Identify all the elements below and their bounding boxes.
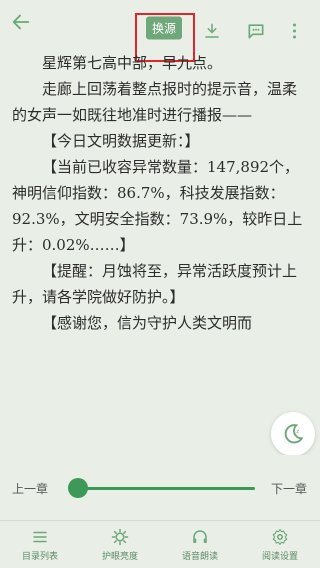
paragraph: 【今日文明数据更新：】 bbox=[42, 132, 200, 150]
nav-label: 阅读设置 bbox=[261, 552, 298, 562]
back-arrow-icon[interactable] bbox=[10, 11, 32, 33]
divider bbox=[0, 520, 320, 521]
more-options-icon[interactable] bbox=[293, 21, 296, 42]
list-icon bbox=[33, 531, 47, 543]
bottom-nav: 目录列表 护眼亮度 语音朗读 阅读设置 bbox=[0, 522, 320, 568]
download-icon[interactable] bbox=[203, 22, 221, 40]
nav-label: 护眼亮度 bbox=[101, 552, 138, 562]
chapter-text: 星辉第七高中部，早九点。 走廊上回荡着整点报时的提示音，温柔的女声一如既往地准时… bbox=[12, 50, 310, 342]
nav-item-brightness[interactable]: 护眼亮度 bbox=[80, 522, 160, 568]
nav-label: 目录列表 bbox=[21, 552, 58, 562]
paragraph: 星辉第七高中部，早九点。 bbox=[42, 54, 223, 72]
nav-label: 语音朗读 bbox=[181, 552, 218, 562]
paragraph: 【当前已收容异常数量：147,892个，神明信仰指数：86.7%，科技发展指数：… bbox=[12, 158, 303, 254]
svg-text:z: z bbox=[296, 429, 299, 435]
nav-item-voice[interactable]: 语音朗读 bbox=[160, 522, 240, 568]
night-mode-button[interactable]: z bbox=[271, 412, 315, 456]
change-source-button[interactable]: 换源 bbox=[146, 16, 183, 40]
paragraph: 【感谢您，信为守护人类文明而 bbox=[42, 314, 253, 332]
nav-item-contents[interactable]: 目录列表 bbox=[0, 522, 80, 568]
top-bar: 换源 bbox=[0, 0, 320, 62]
progress-handle[interactable] bbox=[68, 478, 88, 498]
gear-icon bbox=[272, 528, 288, 546]
brightness-icon bbox=[111, 528, 129, 546]
next-chapter-button[interactable]: 下一章 bbox=[271, 480, 307, 497]
paragraph: 【提醒：月蚀将至，异常活跃度预计上升，请各学院做好防护。】 bbox=[12, 262, 298, 306]
nav-item-settings[interactable]: 阅读设置 bbox=[240, 522, 320, 568]
moon-icon: z bbox=[284, 424, 304, 444]
headphones-icon bbox=[193, 530, 207, 543]
comment-icon[interactable] bbox=[245, 21, 267, 41]
progress-fill bbox=[75, 487, 255, 490]
previous-chapter-button[interactable]: 上一章 bbox=[12, 480, 48, 497]
paragraph: 走廊上回荡着整点报时的提示音，温柔的女声一如既往地准时进行播报—— bbox=[12, 80, 298, 124]
